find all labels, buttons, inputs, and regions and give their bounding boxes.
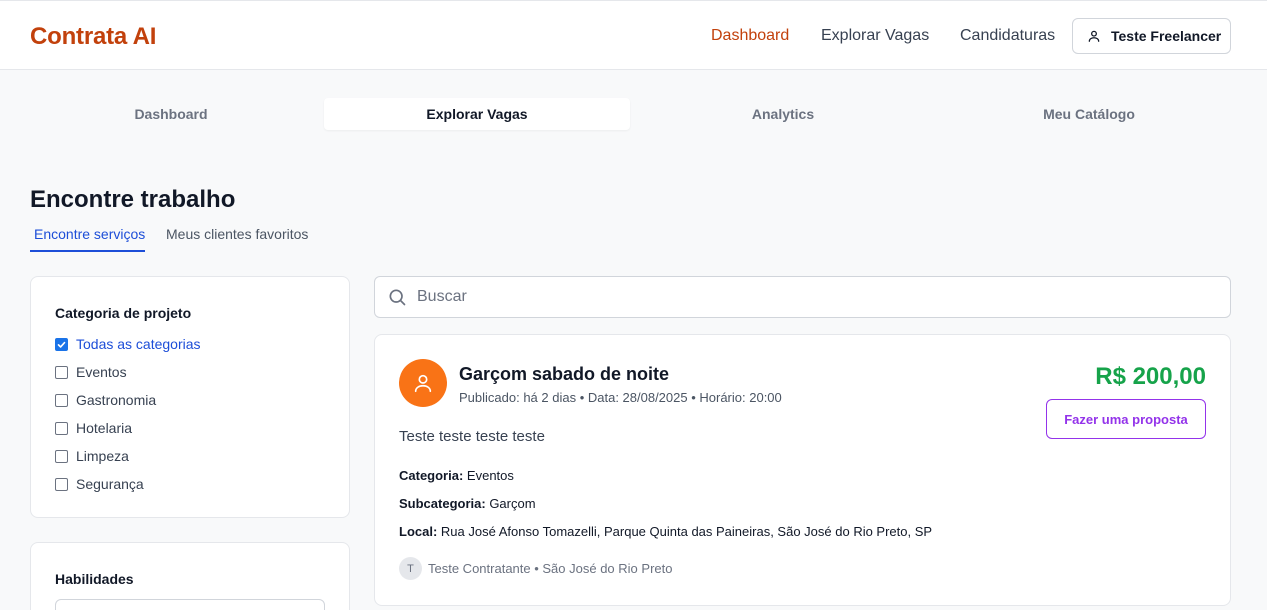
user-name: Teste Freelancer [1111,28,1222,44]
category-option[interactable]: Hotelaria [55,420,132,436]
job-client: T Teste Contratante • São José do Rio Pr… [399,557,672,580]
category-option[interactable]: Segurança [55,476,144,492]
category-option[interactable]: Gastronomia [55,392,156,408]
nav-candidaturas[interactable]: Candidaturas [960,27,1055,45]
checkbox[interactable] [55,421,68,435]
job-card[interactable]: Garçom sabado de noite Publicado: há 2 d… [374,334,1231,606]
tab-analytics[interactable]: Analytics [630,98,936,130]
job-location-label: Local: [399,524,438,539]
make-proposal-button[interactable]: Fazer uma proposta [1046,399,1206,439]
category-option-label: Segurança [76,476,144,492]
client-avatar: T [399,557,422,580]
job-category-label: Categoria: [399,468,464,483]
nav-explorar-vagas[interactable]: Explorar Vagas [821,27,929,45]
brand-logo[interactable]: Contrata AI [30,23,156,51]
job-location-value: Rua José Afonso Tomazelli, Parque Quinta… [440,524,933,539]
job-avatar [399,359,447,407]
tab-meu-catalogo[interactable]: Meu Catálogo [936,98,1242,130]
category-filter-title: Categoria de projeto [55,305,192,321]
job-meta: Publicado: há 2 dias • Data: 28/08/2025 … [459,390,782,405]
subtab-clientes-favoritos[interactable]: Meus clientes favoritos [166,226,308,242]
job-title[interactable]: Garçom sabado de noite [459,364,669,385]
subtab-active-indicator [30,250,145,252]
person-icon [414,374,432,393]
main-tabs: Dashboard Explorar Vagas Analytics Meu C… [18,95,1243,133]
search-icon [389,289,406,306]
category-option-label: Limpeza [76,448,129,464]
search-bar[interactable] [374,276,1231,318]
checkbox[interactable] [55,449,68,463]
client-name: Teste Contratante • São José do Rio Pret… [428,561,673,576]
skills-input[interactable] [55,599,325,610]
job-subcategory-value: Garçom [489,496,536,511]
subtab-encontre-servicos[interactable]: Encontre serviços [34,226,145,242]
job-category-value: Eventos [466,468,514,483]
tab-dashboard[interactable]: Dashboard [18,98,324,130]
category-option-label: Hotelaria [76,420,133,436]
checkbox[interactable] [55,477,68,491]
job-subcategory-label: Subcategoria: [399,496,486,511]
category-filter-card: Categoria de projeto Todas as categorias… [30,276,350,518]
checkbox-checked[interactable] [55,337,68,351]
job-category: Categoria: Eventos [399,468,514,483]
job-location: Local: Rua José Afonso Tomazelli, Parque… [399,524,932,539]
category-option-label: Gastronomia [76,392,157,408]
page-title: Encontre trabalho [30,186,236,213]
person-icon [1088,30,1100,42]
skills-filter-title: Habilidades [55,571,134,587]
job-subcategory: Subcategoria: Garçom [399,496,536,511]
search-input[interactable] [417,288,1197,306]
category-option[interactable]: Limpeza [55,448,129,464]
nav-dashboard[interactable]: Dashboard [711,27,789,45]
top-header: Contrata AI Dashboard Explorar Vagas Can… [0,0,1267,70]
skills-filter-card: Habilidades [30,542,350,610]
tab-explorar-vagas[interactable]: Explorar Vagas [324,98,630,130]
checkbox[interactable] [55,365,68,379]
category-option[interactable]: Todas as categorias [55,336,201,352]
category-option-label: Eventos [76,364,127,380]
category-option-label: Todas as categorias [76,336,201,352]
job-description: Teste teste teste teste [399,428,545,445]
user-menu-button[interactable]: Teste Freelancer [1072,18,1231,54]
job-price: R$ 200,00 [1095,363,1206,390]
checkbox[interactable] [55,393,68,407]
category-option[interactable]: Eventos [55,364,127,380]
